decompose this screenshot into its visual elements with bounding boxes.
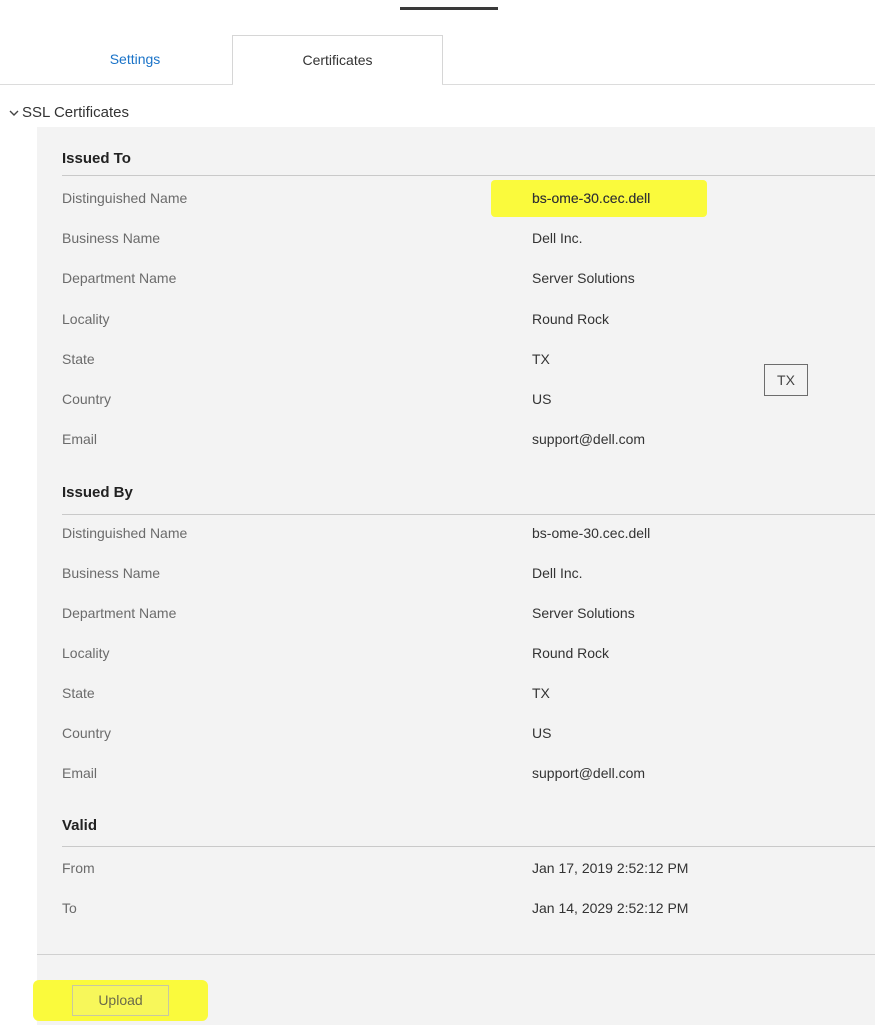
tab-settings[interactable]: Settings xyxy=(40,35,230,85)
row-label: Country xyxy=(62,391,112,407)
row-label: State xyxy=(62,351,95,367)
tab-bar: Settings Certificates xyxy=(0,35,875,85)
issued-by-divider xyxy=(62,514,875,515)
row-value: Jan 17, 2019 2:52:12 PM xyxy=(532,860,689,876)
upload-button[interactable]: Upload xyxy=(72,985,169,1016)
table-row: Country US xyxy=(62,725,875,745)
row-value: Dell Inc. xyxy=(532,230,583,246)
row-label: Distinguished Name xyxy=(62,190,188,206)
table-row: To Jan 14, 2029 2:52:12 PM xyxy=(62,900,875,920)
table-row: Email support@dell.com xyxy=(62,765,875,785)
row-label: Business Name xyxy=(62,230,161,246)
row-value: Jan 14, 2029 2:52:12 PM xyxy=(532,900,689,916)
valid-divider xyxy=(62,846,875,847)
table-row: Country US xyxy=(62,391,875,411)
row-label: Department Name xyxy=(62,270,177,286)
row-value: Dell Inc. xyxy=(532,565,583,581)
actions-divider xyxy=(37,954,875,955)
ssl-certificates-toggle[interactable]: SSL Certificates xyxy=(8,101,129,123)
table-row: From Jan 17, 2019 2:52:12 PM xyxy=(62,860,875,880)
state-tooltip: TX xyxy=(764,364,808,396)
row-label: Distinguished Name xyxy=(62,525,188,541)
row-label: Locality xyxy=(62,311,110,327)
row-label: To xyxy=(62,900,77,916)
row-value: support@dell.com xyxy=(532,765,646,781)
table-row: Distinguished Name bs-ome-30.cec.dell xyxy=(62,190,875,210)
issued-to-divider xyxy=(62,175,875,176)
row-label: Department Name xyxy=(62,605,177,621)
row-value: Round Rock xyxy=(532,311,610,327)
row-value: Round Rock xyxy=(532,645,610,661)
row-label: Locality xyxy=(62,645,110,661)
table-row: Business Name Dell Inc. xyxy=(62,230,875,250)
row-label: Email xyxy=(62,765,98,781)
table-row: Department Name Server Solutions xyxy=(62,605,875,625)
valid-heading: Valid xyxy=(62,817,98,834)
table-row: Business Name Dell Inc. xyxy=(62,565,875,585)
tab-divider-gap xyxy=(233,84,442,85)
table-row: Department Name Server Solutions xyxy=(62,270,875,290)
table-row: State TX xyxy=(62,685,875,705)
row-value: bs-ome-30.cec.dell xyxy=(532,525,651,541)
row-value: US xyxy=(532,725,552,741)
row-value: support@dell.com xyxy=(532,431,646,447)
table-row: Distinguished Name bs-ome-30.cec.dell xyxy=(62,525,875,545)
certificate-details-panel: Issued To Distinguished Name bs-ome-30.c… xyxy=(37,127,875,1025)
row-value: bs-ome-30.cec.dell xyxy=(532,190,651,206)
row-label: From xyxy=(62,860,95,876)
row-value: US xyxy=(532,391,552,407)
certificate-page: Settings Certificates SSL Certificates I… xyxy=(0,0,875,1025)
row-value: Server Solutions xyxy=(532,605,635,621)
row-label: Country xyxy=(62,725,112,741)
chevron-down-icon xyxy=(8,106,20,118)
issued-to-heading: Issued To xyxy=(62,150,131,167)
tab-certificates[interactable]: Certificates xyxy=(232,35,443,85)
top-indicator-bar xyxy=(400,7,498,10)
row-label: State xyxy=(62,685,95,701)
issued-by-heading: Issued By xyxy=(62,484,133,501)
table-row: State TX xyxy=(62,351,875,371)
table-row: Locality Round Rock xyxy=(62,311,875,331)
row-label: Business Name xyxy=(62,565,161,581)
table-row: Email support@dell.com xyxy=(62,431,875,451)
table-row: Locality Round Rock xyxy=(62,645,875,665)
row-value: Server Solutions xyxy=(532,270,635,286)
section-title: SSL Certificates xyxy=(22,103,129,121)
row-label: Email xyxy=(62,431,98,447)
row-value: TX xyxy=(532,685,550,701)
row-value: TX xyxy=(532,351,550,367)
